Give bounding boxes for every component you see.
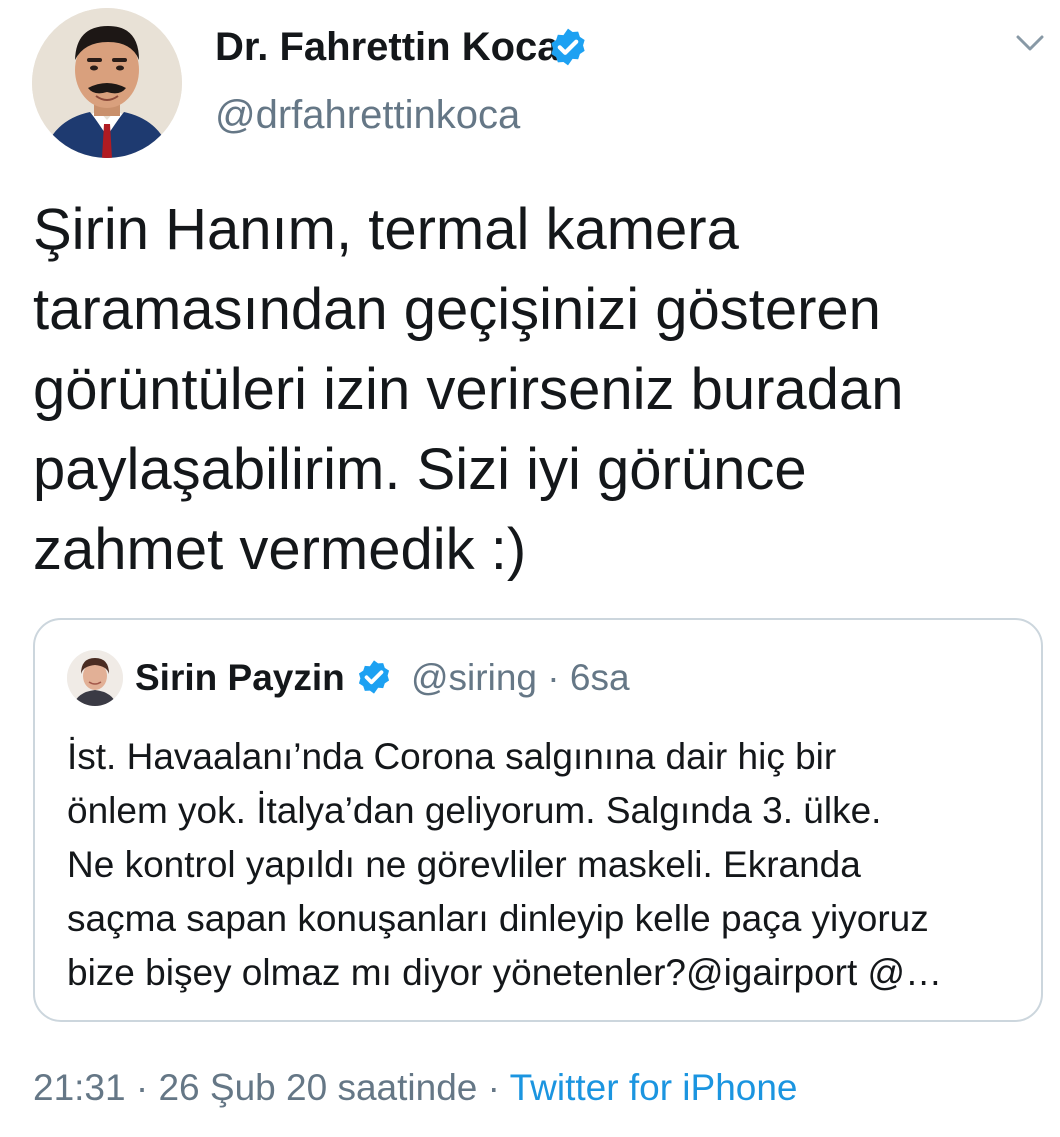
quoted-meta-separator: ·: [547, 657, 560, 698]
quoted-author-handle[interactable]: @siring: [411, 657, 537, 698]
tweet-text: Şirin Hanım, termal kamera taramasından …: [33, 197, 904, 582]
author-avatar[interactable]: [32, 8, 182, 158]
chevron-down-icon[interactable]: [1012, 28, 1048, 58]
quoted-meta: @siring · 6sa: [411, 656, 630, 700]
author-avatar-image: [32, 8, 182, 158]
verified-badge-icon: [551, 28, 585, 66]
author-name[interactable]: Dr. Fahrettin Koca: [215, 24, 560, 70]
footer-separator: ·: [135, 1067, 149, 1108]
tweet-footer: 21:31 · 26 Şub 20 saatinde · Twitter for…: [33, 1064, 798, 1112]
footer-separator-2: ·: [487, 1067, 500, 1108]
quoted-tweet-card[interactable]: Sirin Payzin @siring · 6sa İst. Havaalan…: [33, 618, 1043, 1022]
tweet-source-link[interactable]: Twitter for iPhone: [510, 1067, 798, 1108]
quoted-author-avatar-image: [67, 650, 123, 706]
quoted-author-avatar[interactable]: [67, 650, 123, 706]
quoted-timestamp[interactable]: 6sa: [570, 657, 630, 698]
tweet-time: 21:31: [33, 1067, 126, 1108]
quoted-tweet-text: İst. Havaalanı’nda Corona salgınına dair…: [67, 736, 943, 993]
quoted-verified-badge-icon: [358, 660, 390, 694]
quoted-author-name[interactable]: Sirin Payzin: [135, 656, 345, 700]
author-handle[interactable]: @drfahrettinkoca: [215, 92, 520, 138]
tweet-date: 26 Şub 20 saatinde: [158, 1067, 478, 1108]
